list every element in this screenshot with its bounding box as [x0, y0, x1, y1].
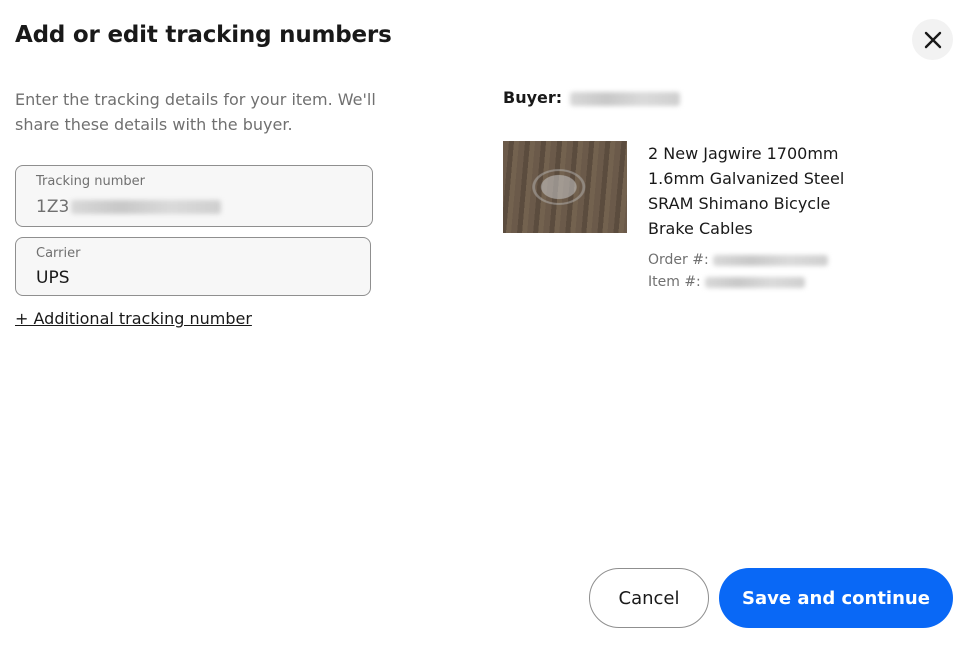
- item-number-label: Item #:: [648, 274, 701, 290]
- carrier-field[interactable]: Carrier UPS: [15, 237, 371, 296]
- close-icon: [924, 31, 941, 48]
- order-number-label: Order #:: [648, 252, 709, 268]
- redacted-tracking-number: [71, 200, 222, 214]
- tracking-number-value[interactable]: 1Z3: [36, 197, 222, 217]
- tracking-number-label: Tracking number: [36, 174, 145, 189]
- redacted-item-number: [705, 276, 806, 288]
- redacted-order-number: [713, 254, 829, 266]
- tracking-number-prefix: 1Z3: [36, 197, 70, 217]
- buyer-label: Buyer:: [503, 88, 563, 107]
- carrier-label: Carrier: [36, 246, 81, 261]
- item-number: Item #:: [648, 274, 806, 290]
- item-title: 2 New Jagwire 1700mm 1.6mm Galvanized St…: [648, 144, 845, 238]
- tracking-dialog: Add or edit tracking numbers Enter the t…: [0, 0, 965, 669]
- order-number: Order #:: [648, 252, 829, 268]
- save-and-continue-button[interactable]: Save and continue: [719, 568, 953, 628]
- carrier-value[interactable]: UPS: [36, 268, 70, 288]
- cancel-button[interactable]: Cancel: [589, 568, 709, 628]
- buyer-info: Buyer:: [503, 88, 680, 107]
- intro-text: Enter the tracking details for your item…: [15, 90, 376, 134]
- close-button[interactable]: [912, 19, 953, 60]
- dialog-title: Add or edit tracking numbers: [15, 22, 392, 48]
- additional-tracking-number-link[interactable]: + Additional tracking number: [15, 309, 252, 328]
- tracking-number-field[interactable]: Tracking number 1Z3: [15, 165, 373, 227]
- redacted-buyer-name: [569, 91, 680, 106]
- item-thumbnail: [503, 141, 627, 233]
